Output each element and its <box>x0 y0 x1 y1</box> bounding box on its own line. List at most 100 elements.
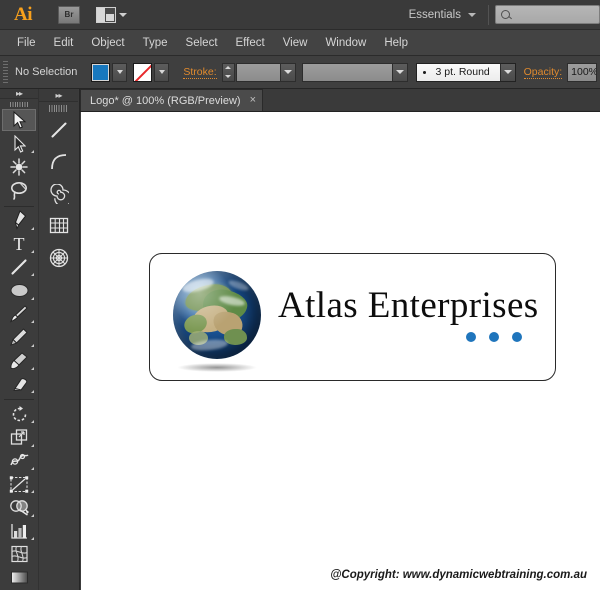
column-graph-tool[interactable] <box>2 520 36 542</box>
blue-dot-icon <box>512 332 522 342</box>
fill-swatch-dropdown[interactable] <box>112 62 128 82</box>
shape-builder-tool[interactable] <box>2 496 36 518</box>
menu-window[interactable]: Window <box>316 33 375 53</box>
brush-definition-value: 3 pt. Round <box>435 66 490 78</box>
title-bar: Ai Br Essentials <box>0 0 600 30</box>
tool-group-indicator-icon <box>31 490 34 494</box>
menu-select[interactable]: Select <box>177 33 227 53</box>
menu-type[interactable]: Type <box>134 33 177 53</box>
workspace-switcher[interactable]: Essentials <box>403 6 482 24</box>
cloud-layer <box>218 294 246 308</box>
tools-drag-handle-left[interactable] <box>9 102 29 108</box>
document-tab-logo[interactable]: Logo* @ 100% (RGB/Preview) × <box>80 89 263 111</box>
magic-wand-tool[interactable] <box>2 156 36 178</box>
opacity-input[interactable]: 100% <box>567 62 598 82</box>
stroke-weight-stepper[interactable] <box>221 62 235 82</box>
arrange-documents-button[interactable] <box>96 6 127 23</box>
pen-tool[interactable] <box>2 209 36 231</box>
arc-tool[interactable] <box>42 146 76 177</box>
tool-group-indicator-icon <box>31 250 34 254</box>
brush-definition-dropdown[interactable] <box>499 63 515 81</box>
tools-drag-handle-right[interactable] <box>49 105 68 112</box>
ellipse-tool[interactable] <box>2 279 36 301</box>
menu-file[interactable]: File <box>8 33 45 53</box>
workspace-label: Essentials <box>408 8 461 21</box>
selection-status-label: No Selection <box>15 66 78 78</box>
chevron-down-icon <box>395 70 404 74</box>
stroke-color-swatch[interactable] <box>133 62 153 82</box>
rectangular-grid-tool[interactable] <box>42 210 76 241</box>
stroke-swatch-dropdown[interactable] <box>154 62 170 82</box>
landmass <box>181 311 209 336</box>
pencil-tool[interactable] <box>2 326 36 348</box>
eraser-tool[interactable] <box>2 373 36 395</box>
stroke-swatch-group <box>133 62 170 82</box>
free-transform-tool[interactable] <box>2 473 36 495</box>
menu-effect[interactable]: Effect <box>227 33 274 53</box>
menu-help[interactable]: Help <box>375 33 417 53</box>
landmass <box>183 281 235 315</box>
document-canvas[interactable]: Atlas Enterprises @Copyright: www.dynami… <box>81 112 600 590</box>
chevron-down-icon <box>119 12 127 17</box>
type-tool[interactable]: T <box>2 233 36 255</box>
scale-tool[interactable] <box>2 426 36 448</box>
tools-collapse-right[interactable]: ▸▸ <box>39 89 78 102</box>
document-tab-title: Logo* @ 100% (RGB/Preview) <box>90 94 241 107</box>
direct-selection-tool[interactable] <box>2 132 36 154</box>
mesh-tool[interactable] <box>2 543 36 565</box>
tools-panel: ▸▸ T ▸▸ <box>0 89 80 590</box>
menu-view[interactable]: View <box>274 33 317 53</box>
logo-artwork[interactable]: Atlas Enterprises <box>149 253 556 381</box>
tool-group-indicator-icon <box>31 343 34 347</box>
copyright-text: @Copyright: www.dynamicwebtraining.com.a… <box>330 569 587 581</box>
tool-group-indicator-icon <box>31 420 34 424</box>
stroke-profile-dropdown[interactable] <box>391 63 407 81</box>
double-chevron-right-icon: ▸▸ <box>15 89 23 98</box>
lasso-tool[interactable] <box>2 179 36 201</box>
rotate-tool[interactable] <box>2 403 36 425</box>
go-to-bridge-button[interactable]: Br <box>58 5 80 24</box>
company-name-text[interactable]: Atlas Enterprises <box>278 284 539 327</box>
tools-collapse-left[interactable]: ▸▸ <box>0 89 38 99</box>
double-chevron-right-icon: ▸▸ <box>55 90 62 100</box>
decorative-dots[interactable] <box>466 332 522 342</box>
tool-group-indicator-icon <box>31 320 34 324</box>
close-icon[interactable]: × <box>250 95 256 106</box>
gradient-tool[interactable] <box>2 567 36 589</box>
landmass <box>224 329 247 345</box>
stroke-profile-field[interactable] <box>301 62 408 82</box>
stroke-label[interactable]: Stroke: <box>183 66 217 79</box>
blob-brush-tool[interactable] <box>2 350 36 372</box>
landmass <box>200 286 250 326</box>
search-icon <box>500 9 512 21</box>
tool-group-indicator-icon <box>31 226 34 230</box>
document-tab-bar: Logo* @ 100% (RGB/Preview) × <box>80 89 600 112</box>
tools-separator <box>4 205 34 207</box>
menu-object[interactable]: Object <box>82 33 133 53</box>
toolbar-divider <box>488 4 489 25</box>
line-segment-tool[interactable] <box>2 256 36 278</box>
polar-grid-tool[interactable] <box>42 242 76 273</box>
tool-group-indicator-icon <box>31 366 34 370</box>
tool-group-indicator-icon <box>31 467 34 471</box>
tool-group-indicator-icon <box>31 390 34 394</box>
search-box[interactable] <box>495 5 600 24</box>
svg-text:T: T <box>14 234 25 253</box>
width-tool[interactable] <box>2 450 36 472</box>
control-bar-grip[interactable] <box>3 61 8 83</box>
line-tool[interactable] <box>42 114 76 145</box>
brush-definition-field[interactable]: 3 pt. Round <box>415 62 516 82</box>
spiral-tool[interactable] <box>42 178 76 209</box>
chevron-down-icon <box>283 70 292 74</box>
opacity-label[interactable]: Opacity: <box>523 66 563 79</box>
stroke-weight-dropdown[interactable] <box>279 63 295 81</box>
paintbrush-tool[interactable] <box>2 303 36 325</box>
selection-tool[interactable] <box>2 109 36 132</box>
earth-globe-icon <box>173 271 261 359</box>
fill-color-swatch[interactable] <box>91 62 111 82</box>
globe-graphic[interactable] <box>173 271 265 372</box>
stroke-weight-field[interactable] <box>235 62 296 82</box>
app-logo-icon: Ai <box>14 3 33 25</box>
blue-dot-icon <box>466 332 476 342</box>
menu-edit[interactable]: Edit <box>45 33 83 53</box>
